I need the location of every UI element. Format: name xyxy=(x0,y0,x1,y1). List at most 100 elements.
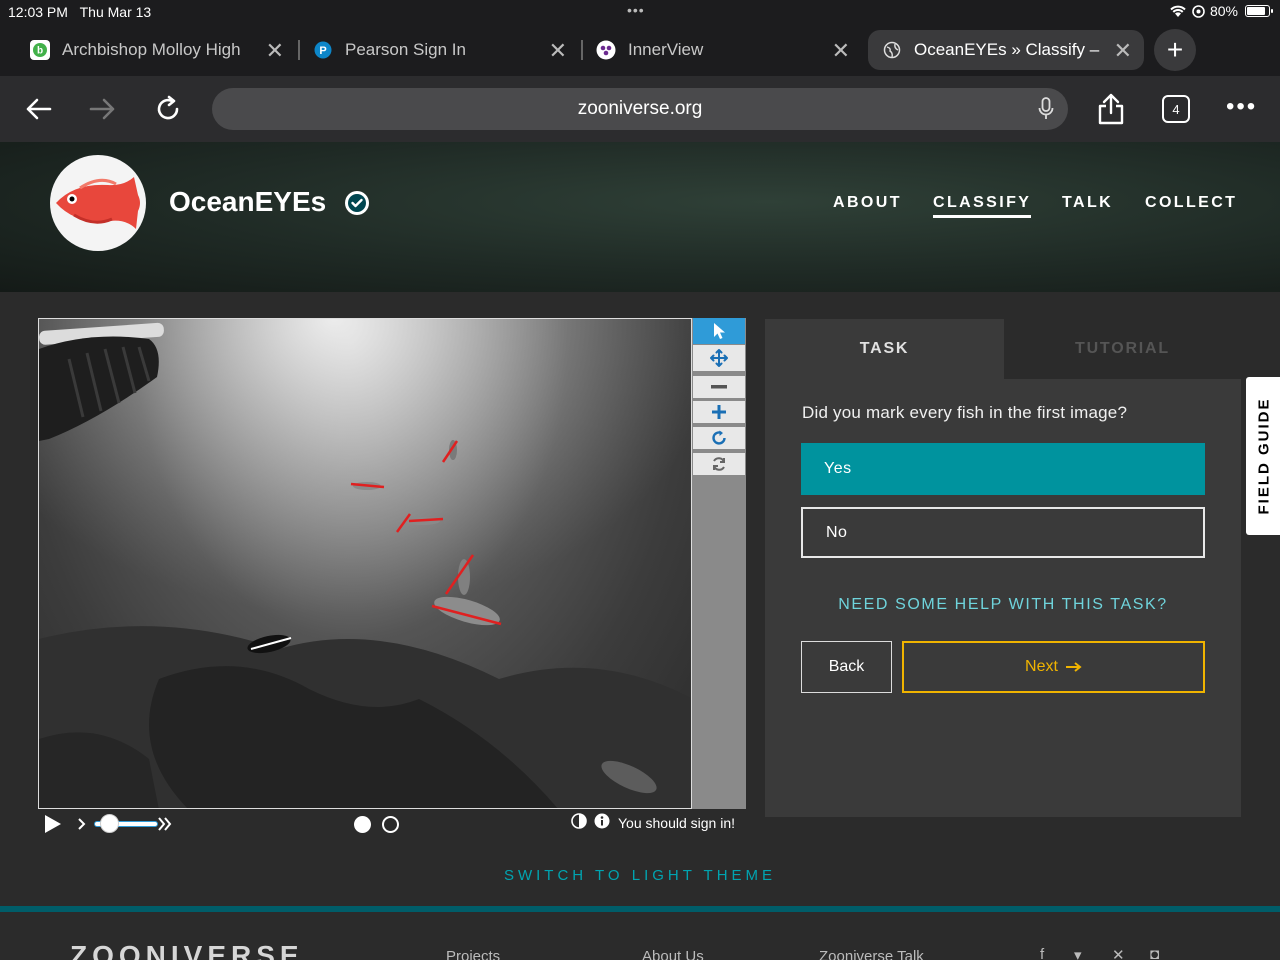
tab-archbishop[interactable]: b Archbishop Molloy High ✕ xyxy=(30,30,284,70)
pearson-icon: P xyxy=(313,40,333,60)
task-help-link[interactable]: NEED SOME HELP WITH THIS TASK? xyxy=(765,596,1241,614)
project-header: OceanEYEs ABOUT CLASSIFY TALK COLLECT xyxy=(0,142,1280,292)
zoom-out-button[interactable] xyxy=(693,376,745,398)
tab-count-button[interactable]: 4 xyxy=(1162,95,1190,123)
tab-pearson[interactable]: P Pearson Sign In ✕ xyxy=(313,30,567,70)
move-icon xyxy=(710,349,728,367)
rotate-button[interactable] xyxy=(693,427,745,449)
speed-slider-handle[interactable] xyxy=(100,814,119,833)
underwater-scene xyxy=(39,319,691,808)
tab-divider xyxy=(298,40,300,60)
plus-icon: + xyxy=(1166,34,1184,65)
cursor-icon xyxy=(714,323,725,339)
tab-oceaneyes[interactable]: OceanEYEs » Classify – ✕ xyxy=(868,30,1144,70)
project-logo[interactable] xyxy=(50,155,146,251)
task-question: Did you mark every fish in the first ima… xyxy=(802,403,1128,422)
arrow-right-icon xyxy=(1065,662,1082,672)
share-icon xyxy=(1098,93,1124,125)
arrow-left-icon xyxy=(26,98,52,120)
back-button[interactable] xyxy=(18,89,58,129)
chevron-right-icon xyxy=(78,818,86,830)
back-task-button[interactable]: Back xyxy=(801,641,892,693)
nav-about[interactable]: ABOUT xyxy=(833,194,902,212)
field-guide-label: FIELD GUIDE xyxy=(1255,397,1273,515)
close-icon[interactable]: ✕ xyxy=(549,38,567,64)
tab-title: Archbishop Molloy High xyxy=(62,40,241,59)
frame-dot-1[interactable] xyxy=(354,816,371,833)
tab-innerview[interactable]: InnerView ✕ xyxy=(596,30,850,70)
battery-percent: 80% xyxy=(1209,3,1238,19)
task-panel: TASK TUTORIAL Did you mark every fish in… xyxy=(765,319,1241,817)
next-task-button[interactable]: Next xyxy=(902,641,1205,693)
reload-icon xyxy=(157,95,179,120)
microphone-icon[interactable] xyxy=(1038,97,1054,126)
sign-in-message: You should sign in! xyxy=(618,815,736,831)
address-bar[interactable]: zooniverse.org xyxy=(212,88,1068,130)
arrow-right-icon xyxy=(89,98,115,120)
reset-view-button[interactable] xyxy=(693,453,745,475)
double-chevron-right-icon xyxy=(158,817,172,831)
battery-icon xyxy=(1245,5,1273,17)
instagram-icon[interactable]: ◘ xyxy=(1150,946,1159,960)
next-label: Next xyxy=(1025,658,1058,675)
zooniverse-logo[interactable]: ZOONIVERSE xyxy=(70,940,304,960)
reload-button[interactable] xyxy=(148,89,188,129)
viewer-toolbar xyxy=(692,318,746,809)
tab-title: OceanEYEs » Classify – xyxy=(914,40,1100,59)
answer-no-button[interactable]: No xyxy=(801,507,1205,558)
play-icon[interactable] xyxy=(43,814,63,834)
globe-icon xyxy=(882,40,902,60)
status-right: 80% xyxy=(1169,3,1273,19)
browser-toolbar: zooniverse.org 4 ••• xyxy=(0,76,1280,142)
new-tab-button[interactable]: + xyxy=(1154,29,1196,71)
red-fish-icon xyxy=(56,177,140,229)
browser-tab-bar: b Archbishop Molloy High ✕ P Pearson Sig… xyxy=(0,24,1280,76)
tab-divider xyxy=(581,40,583,60)
svg-text:b: b xyxy=(37,46,43,57)
tab-title: InnerView xyxy=(628,40,704,59)
url-text: zooniverse.org xyxy=(577,98,703,119)
status-time: 12:03 PM Thu Mar 13 xyxy=(8,4,152,20)
forward-button[interactable] xyxy=(83,89,123,129)
field-guide-tab[interactable]: FIELD GUIDE xyxy=(1246,377,1280,535)
move-tool-button[interactable] xyxy=(693,345,745,371)
tab-tutorial[interactable]: TUTORIAL xyxy=(1004,319,1241,379)
twitter-icon[interactable]: ▾ xyxy=(1074,946,1082,960)
share-button[interactable] xyxy=(1091,89,1131,129)
location-lock-icon xyxy=(1192,4,1205,18)
footer-link-projects[interactable]: Projects xyxy=(446,948,500,960)
switch-theme-link[interactable]: SWITCH TO LIGHT THEME xyxy=(0,867,1280,884)
answer-yes-button[interactable]: Yes xyxy=(801,443,1205,495)
subject-image[interactable] xyxy=(38,318,692,809)
multitasking-dots[interactable]: ••• xyxy=(627,2,645,18)
refresh-icon xyxy=(713,457,725,471)
footer: ZOONIVERSE Projects About Us Zooniverse … xyxy=(0,912,1280,960)
close-icon[interactable]: ✕ xyxy=(1114,38,1132,64)
bluesky-icon[interactable]: ✕ xyxy=(1112,946,1125,960)
rotate-icon xyxy=(712,430,726,445)
zoom-in-button[interactable] xyxy=(693,401,745,423)
more-menu-button[interactable]: ••• xyxy=(1226,93,1257,121)
wifi-icon xyxy=(1170,5,1186,17)
minus-icon xyxy=(711,385,727,389)
pointer-tool-button[interactable] xyxy=(693,318,745,344)
nav-collect[interactable]: COLLECT xyxy=(1145,194,1237,212)
close-icon[interactable]: ✕ xyxy=(832,38,850,64)
nav-talk[interactable]: TALK xyxy=(1062,194,1113,212)
nav-classify[interactable]: CLASSIFY xyxy=(933,194,1032,218)
status-bar: 12:03 PM Thu Mar 13 ••• 80% xyxy=(0,0,1280,24)
facebook-icon[interactable]: f xyxy=(1040,946,1044,960)
footer-link-talk[interactable]: Zooniverse Talk xyxy=(819,948,924,960)
info-icon[interactable] xyxy=(594,813,610,829)
svg-text:P: P xyxy=(319,45,326,57)
contrast-icon[interactable] xyxy=(571,813,587,829)
frame-dot-2[interactable] xyxy=(382,816,399,833)
project-title[interactable]: OceanEYEs xyxy=(169,186,326,218)
tab-task[interactable]: TASK xyxy=(765,319,1004,379)
plus-icon xyxy=(712,405,726,419)
innerview-icon xyxy=(596,40,616,60)
footer-link-about[interactable]: About Us xyxy=(642,948,704,960)
tab-title: Pearson Sign In xyxy=(345,40,466,59)
close-icon[interactable]: ✕ xyxy=(266,38,284,64)
bb-icon: b xyxy=(30,40,50,60)
